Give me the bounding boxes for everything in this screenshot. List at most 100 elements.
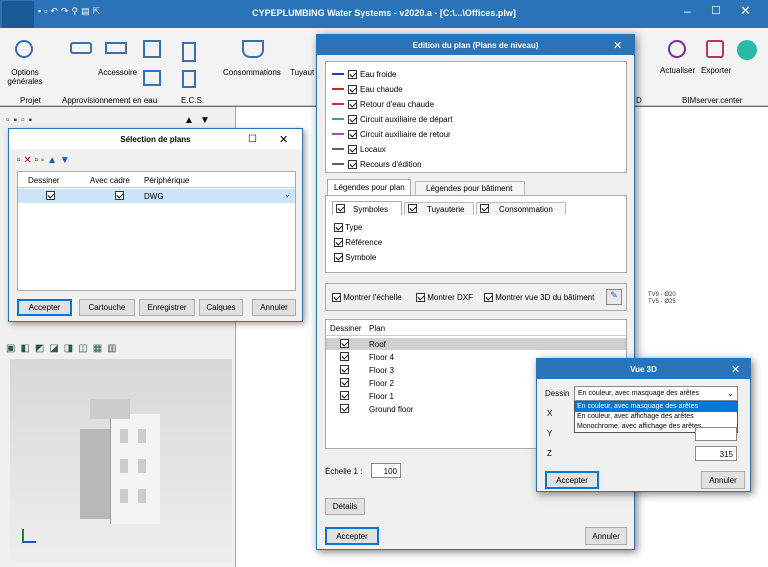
user-icon[interactable] [737,40,757,60]
accessoire-button[interactable]: Accessoire [98,68,137,77]
dessin-select[interactable]: En couleur, avec masquage des arêtes ⌄ [574,386,738,401]
echelle-input[interactable]: 100 [371,463,401,478]
selection-close-button[interactable]: ✕ [279,133,288,146]
move-down-icon[interactable]: ▼ [60,155,70,166]
layer-checkbox[interactable] [348,159,357,169]
dropdown-option-1[interactable]: En couleur, avec masquage des arêtes [575,402,737,412]
layer-checkbox[interactable] [348,129,357,139]
edit-pencil-icon[interactable]: ✎ [606,289,622,305]
plan-row[interactable]: Roof [326,338,626,350]
subtab-symboles[interactable]: Symboles [332,201,402,215]
subtab-tuyauterie[interactable]: Tuyauterie [404,202,474,215]
plan-checkbox[interactable] [340,391,349,401]
layer-checkbox[interactable] [348,69,357,79]
calques-button[interactable]: Calques [199,299,243,316]
appro-group-label: Approvisionnement en eau [62,96,158,105]
layer-color-icon [332,103,344,105]
plan-checkbox[interactable] [340,404,349,414]
layer-item[interactable]: Retour d'eau chaude [332,98,434,110]
minimize-button[interactable]: – [684,4,691,18]
echelle-label: Échelle 1 : [325,467,363,476]
symbol-opt-type[interactable]: Type [334,223,362,233]
consommations-button[interactable]: Consommations [223,68,281,77]
tuyau-button[interactable]: Tuyaut [290,68,314,77]
edition-close-button[interactable]: ✕ [613,39,622,52]
sink-icon[interactable] [242,40,264,58]
selection-maximize-button[interactable]: ☐ [248,134,257,145]
layer-item[interactable]: Locaux [332,143,386,155]
layer-checkbox[interactable] [348,144,357,154]
exporter-button[interactable]: Exporter [701,66,731,75]
maximize-button[interactable]: ☐ [711,4,721,17]
heater-icon[interactable] [182,70,196,88]
folder-icon[interactable]: ▪ [41,155,45,166]
avec-cadre-checkbox[interactable] [115,191,125,201]
tank-icon[interactable] [143,40,161,58]
layer-item[interactable]: Eau froide [332,68,396,80]
show-dxf-checkbox[interactable]: Montrer DXF [416,293,473,303]
legend-tab-batiment[interactable]: Légendes pour bâtiment [415,181,525,195]
arrow-up-icon[interactable]: ▲ [184,115,194,126]
layer-item[interactable]: Circuit auxiliaire de retour [332,128,451,140]
vue3d-accepter-button[interactable]: Accepter [545,471,599,489]
actualiser-button[interactable]: Actualiser [660,66,695,75]
z-label: Z [547,449,552,458]
dropdown-option-2[interactable]: En couleur, avec affichage des arêtes [575,412,737,422]
col-dessiner: Dessiner [28,176,60,185]
plan-checkbox[interactable] [340,365,349,375]
device-value: DWG [144,192,164,201]
view3d-canvas[interactable] [10,359,232,561]
radiator-icon[interactable] [182,42,196,62]
plans-header: Dessiner Plan [326,320,626,336]
delete-icon[interactable]: ✕ [23,155,31,166]
layer-item[interactable]: Circuit auxiliaire de départ [332,113,453,125]
vue3d-dialog: Vue 3D ✕ Dessin En couleur, avec masquag… [536,358,751,492]
options-button[interactable]: Options générales [4,68,46,86]
cartouche-button[interactable]: Cartouche [79,299,135,316]
meter-icon[interactable] [143,70,161,86]
selection-accepter-button[interactable]: Accepter [17,299,72,316]
symbol-opt-reference[interactable]: Référence [334,238,382,248]
layer-color-icon [332,118,344,120]
y-input[interactable] [695,427,737,441]
plan-checkbox[interactable] [340,378,349,388]
arrow-down-icon[interactable]: ▼ [200,115,210,126]
chevron-down-icon[interactable]: ⌄ [284,190,291,199]
new-icon[interactable]: ▫ [17,155,21,166]
plan-checkbox[interactable] [340,339,349,349]
selection-title: Sélection de plans [9,129,302,149]
selection-annuler-button[interactable]: Annuler [252,299,296,316]
z-input[interactable]: 315 [695,446,737,461]
title-bar: ▪▫↶↷⚲▤⇱ CYPEPLUMBING Water Systems - v20… [0,0,768,35]
layer-color-icon [332,163,344,165]
details-button[interactable]: Détails [325,498,365,515]
plan-checkbox[interactable] [340,352,349,362]
symbol-opt-symbole[interactable]: Symbole [334,253,376,263]
legend-tab-plan[interactable]: Légendes pour plan [327,179,411,195]
dropdown-arrow-icon[interactable]: ⌄ [727,389,734,398]
show-3d-checkbox[interactable]: Montrer vue 3D du bâtiment [484,293,594,303]
valve-icon[interactable] [105,42,127,54]
move-up-icon[interactable]: ▲ [47,155,57,166]
gear-icon[interactable] [15,40,33,58]
faucet-icon[interactable] [70,42,92,54]
enregistrer-button[interactable]: Enregistrer [139,299,195,316]
layer-item[interactable]: Recours d'édition [332,158,422,170]
layer-checkbox[interactable] [348,114,357,124]
layer-checkbox[interactable] [348,84,357,94]
close-button[interactable]: ✕ [740,3,751,19]
show-echelle-checkbox[interactable]: Montrer l'échelle [332,293,402,303]
table-row[interactable]: DWG ⌄ [18,189,295,203]
dessiner-checkbox[interactable] [46,191,55,201]
actualiser-icon[interactable] [668,40,686,58]
edition-accepter-button[interactable]: Accepter [325,527,379,545]
axis-icon [22,529,36,543]
vue3d-close-button[interactable]: ✕ [731,363,740,376]
exporter-icon[interactable] [706,40,724,58]
edition-annuler-button[interactable]: Annuler [585,527,627,545]
subtab-consommation[interactable]: Consommation [476,202,566,215]
copy-icon[interactable]: ▫ [35,155,39,166]
layer-item[interactable]: Eau chaude [332,83,403,95]
layer-checkbox[interactable] [348,99,357,109]
vue3d-annuler-button[interactable]: Annuler [701,471,745,489]
